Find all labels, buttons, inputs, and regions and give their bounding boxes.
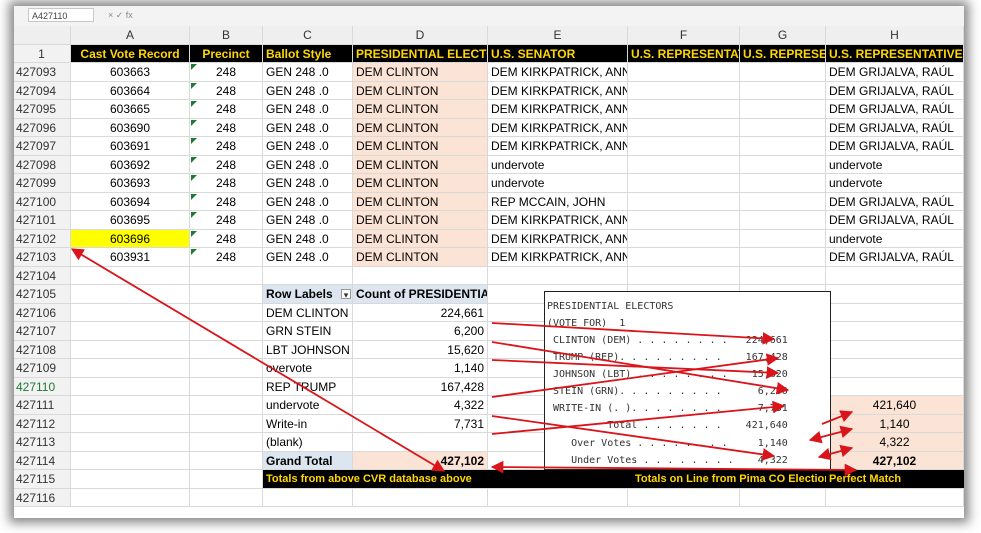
annotation-arrow: [70, 248, 446, 472]
annotation-arrow: [491, 400, 786, 435]
annotation-arrow: [491, 359, 780, 379]
spreadsheet-window: A427110 × ✓ fx A B C D E F G H 1 Cast Vote Record…: [14, 6, 964, 518]
annotation-arrow: [491, 322, 776, 345]
annotation-arrow: [491, 353, 780, 398]
annotation-arrow: [808, 425, 854, 444]
annotation-arrow: [491, 415, 776, 461]
annotation-arrows: [70, 248, 858, 477]
annotation-arrow: [490, 460, 858, 477]
annotation-arrow: [817, 444, 854, 461]
annotation-arrow: [821, 410, 854, 425]
